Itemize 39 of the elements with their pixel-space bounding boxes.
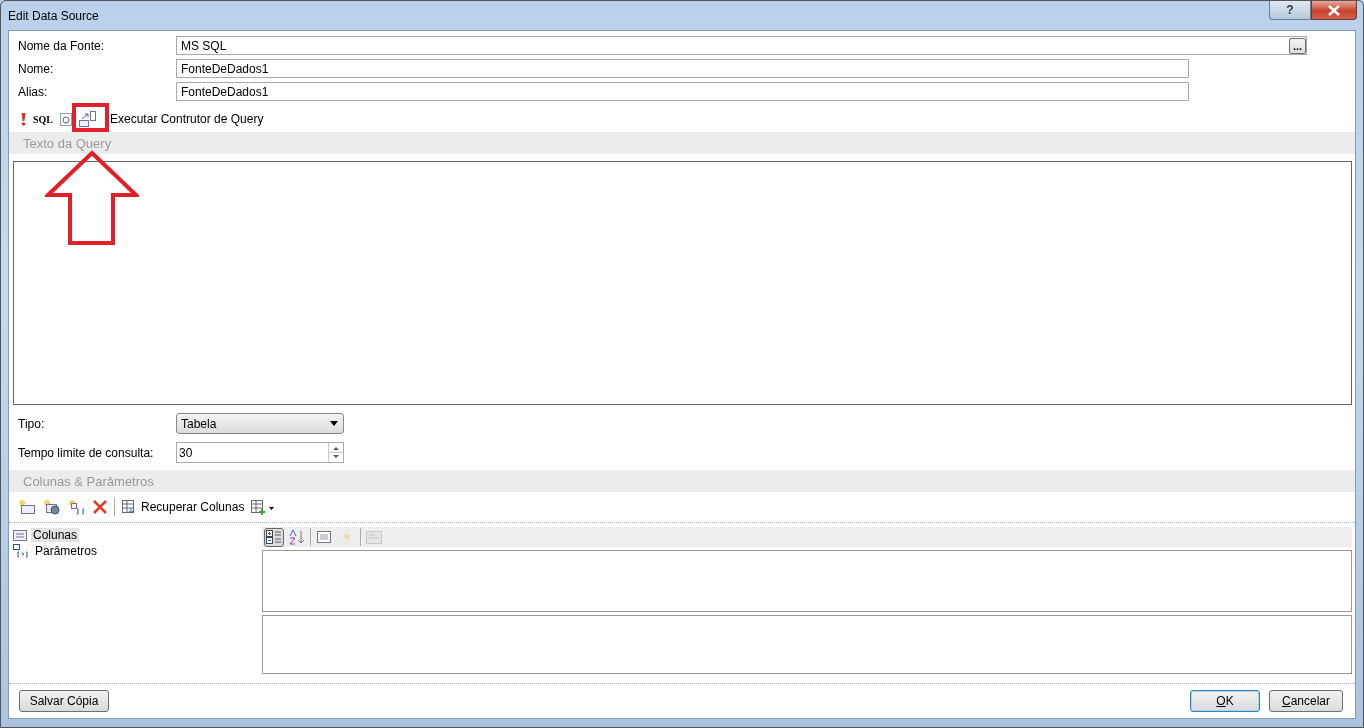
- query-builder-icon[interactable]: [79, 111, 97, 127]
- add-table-dropdown-icon[interactable]: [251, 499, 276, 515]
- magnifier-icon[interactable]: [60, 112, 72, 126]
- close-icon: [1327, 4, 1341, 16]
- help-button[interactable]: ?: [1269, 1, 1311, 20]
- browse-button[interactable]: ...: [1289, 37, 1306, 54]
- tree-item[interactable]: Colunas: [31, 528, 80, 542]
- field-label: Nome:: [18, 61, 55, 76]
- field-label: Nome da Fonte:: [18, 38, 106, 53]
- input-field[interactable]: FonteDeDados1: [176, 82, 1189, 101]
- highlight-rectangle: [72, 103, 109, 132]
- section-header: Texto da Query: [9, 132, 1355, 154]
- field-label: Tempo limite de consulta:: [18, 445, 155, 460]
- ok-button[interactable]: OK: [1190, 690, 1260, 712]
- calculated-column-icon[interactable]: [43, 499, 61, 515]
- query-builder-link[interactable]: Executar Contrutor de Query: [110, 112, 264, 126]
- type-dropdown[interactable]: Tabela: [176, 413, 344, 434]
- categorized-icon[interactable]: [264, 527, 284, 547]
- new-parameter-icon[interactable]: [68, 499, 86, 515]
- window-title: Edit Data Source: [8, 8, 99, 23]
- source-field[interactable]: MS SQL ...: [176, 36, 1307, 55]
- caret-icon: [330, 421, 338, 426]
- cancel-button[interactable]: Cancelar: [1269, 690, 1343, 712]
- retrieve-columns-button[interactable]: Recuperar Colunas: [122, 500, 245, 514]
- list-icon: [13, 529, 27, 541]
- table-icon: [122, 500, 136, 514]
- exclamation-icon[interactable]: [21, 112, 26, 126]
- field-label: Tipo:: [18, 416, 46, 431]
- sql-button[interactable]: SQL: [33, 113, 53, 125]
- delete-icon[interactable]: [93, 500, 107, 514]
- timeout-spinner[interactable]: 30: [176, 442, 344, 463]
- new-column-icon[interactable]: [18, 499, 36, 515]
- field-label: Alias:: [18, 84, 49, 99]
- tree-item[interactable]: Parâmetros: [33, 544, 100, 558]
- input-field[interactable]: FonteDeDados1: [176, 59, 1189, 78]
- section-header: Colunas & Parâmetros: [9, 470, 1355, 492]
- close-button[interactable]: [1311, 1, 1357, 20]
- parameter-icon: [13, 544, 29, 558]
- save-copy-button[interactable]: Salvar Cópia: [19, 690, 109, 712]
